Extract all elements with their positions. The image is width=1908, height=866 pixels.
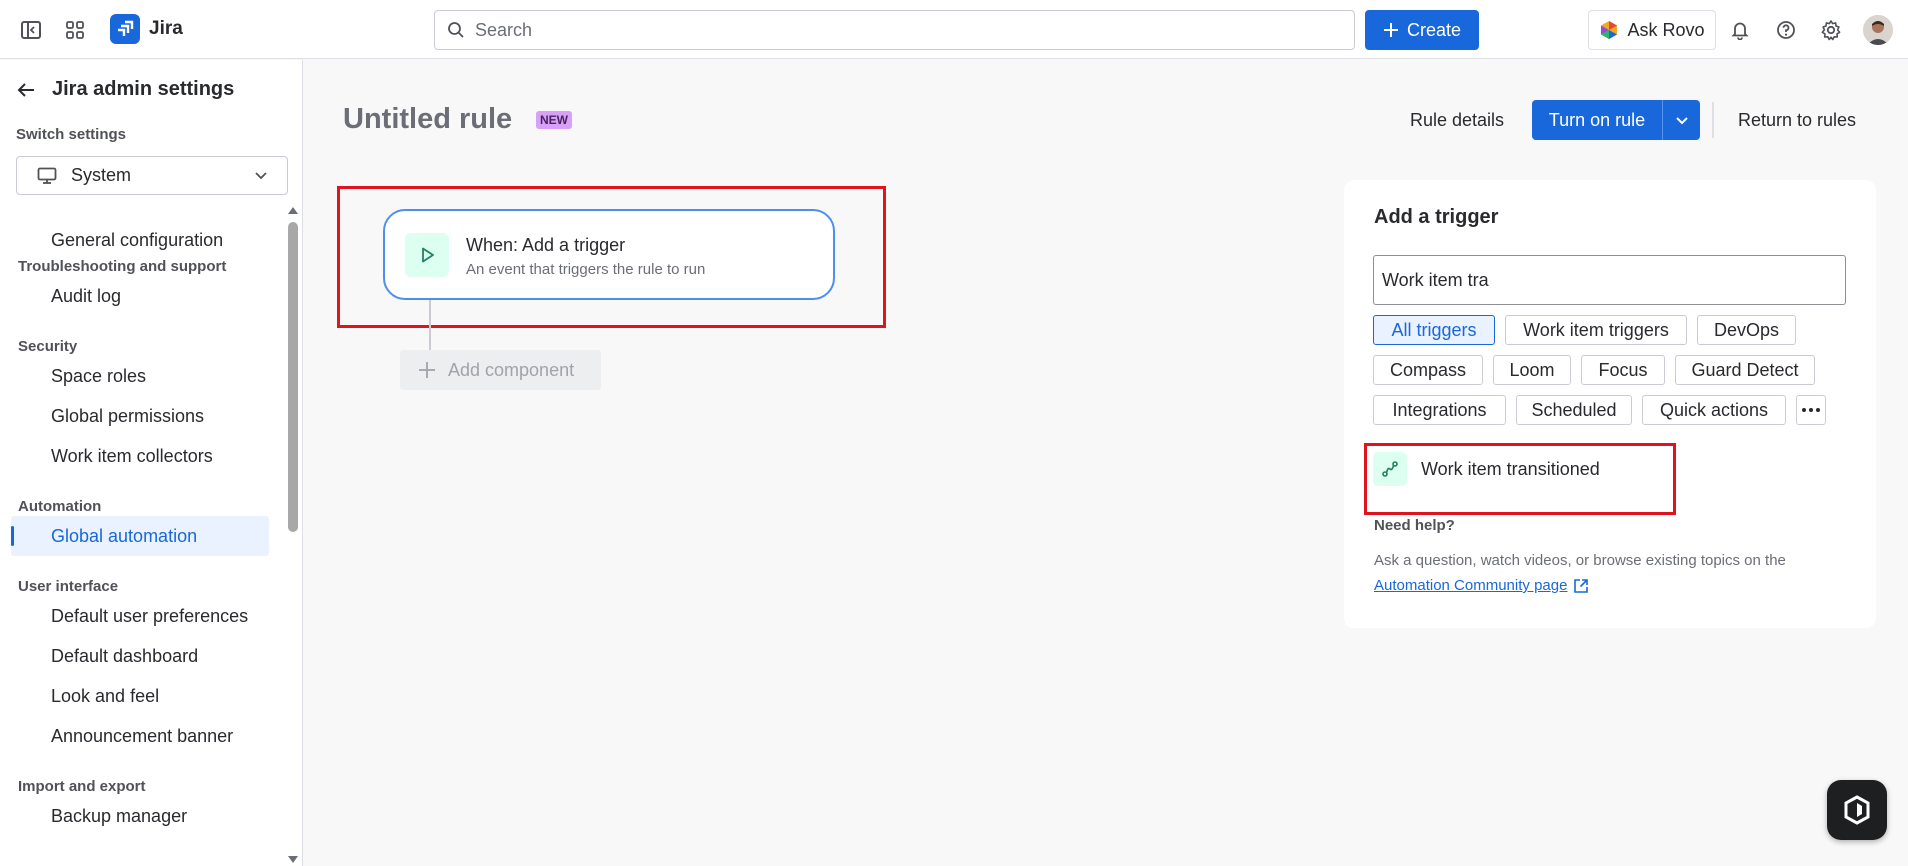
trigger-title: When: Add a trigger [466,235,626,255]
new-badge: NEW [536,111,572,129]
sidebar-item-label: Global automation [51,525,198,546]
sidebar-section-troubleshooting: Troubleshooting and support [18,258,227,275]
chip-quick-actions[interactable]: Quick actions [1642,395,1786,425]
jira-logo[interactable]: Jira [110,14,183,44]
sidebar-item-label: Audit log [51,285,122,306]
rule-title[interactable]: Untitled rule [343,103,512,136]
top-navigation-bar: Jira Search Create Ask Rovo [0,0,1908,59]
settings-switcher-select[interactable]: System [16,156,288,195]
external-link-icon [1574,578,1589,593]
chip-integrations[interactable]: Integrations [1373,395,1506,425]
help-icon[interactable] [1770,14,1802,46]
sidebar-item-work-item-collectors[interactable]: Work item collectors [11,436,269,476]
search-icon [448,22,464,38]
sidebar-section-security: Security [18,338,78,355]
floating-assistant-button[interactable] [1827,780,1887,840]
sidebar-item-global-automation[interactable]: Global automation [11,516,269,556]
scroll-down-arrow-icon[interactable] [288,854,298,864]
header-divider [1712,102,1714,138]
switch-settings-label: Switch settings [16,126,127,143]
turn-on-rule-button-group: Turn on rule [1532,100,1700,140]
sidebar-item-global-permissions[interactable]: Global permissions [11,396,269,436]
plus-icon [419,362,435,378]
more-chips-button[interactable] [1796,395,1826,425]
trigger-search-input[interactable] [1373,255,1846,305]
ask-rovo-button[interactable]: Ask Rovo [1588,10,1716,50]
sidebar-item-label: Work item collectors [51,445,213,466]
sidebar-section-import-export: Import and export [18,778,146,795]
sidebar-item-label: General configuration [51,229,224,250]
notifications-bell-icon[interactable] [1724,14,1756,46]
help-title: Need help? [1374,517,1455,534]
admin-sidebar: Jira admin settings Switch settings Syst… [0,60,303,866]
rovo-icon [1601,21,1618,39]
chip-compass[interactable]: Compass [1373,355,1483,385]
sidebar-item-label: Look and feel [51,685,160,706]
search-input[interactable]: Search [434,10,1355,50]
chevron-down-icon [1675,117,1688,125]
sidebar-item-label: Backup manager [51,805,188,826]
rule-details-button[interactable]: Rule details [1410,110,1504,131]
chip-work-item-triggers[interactable]: Work item triggers [1505,315,1687,345]
sidebar-item-announcement-banner[interactable]: Announcement banner [11,716,269,756]
turn-on-rule-button[interactable]: Turn on rule [1532,100,1662,140]
back-arrow-icon[interactable] [16,80,36,100]
assistant-logo-icon [1844,795,1870,825]
search-placeholder: Search [475,19,533,40]
user-avatar[interactable] [1863,15,1893,45]
add-component-label: Add component [448,359,575,380]
play-icon [405,233,449,277]
create-button[interactable]: Create [1365,10,1479,50]
plus-icon [1383,23,1398,37]
sidebar-item-look-and-feel[interactable]: Look and feel [11,676,269,716]
help-text: Ask a question, watch videos, or browse … [1374,552,1786,569]
sidebar-item-space-roles[interactable]: Space roles [11,356,269,396]
sidebar-item-label: Global permissions [51,405,205,426]
automation-community-link-label: Automation Community page [1374,577,1568,594]
sidebar-item-label: Space roles [51,365,147,386]
sidebar-header: Jira admin settings [16,78,234,101]
more-dots-icon [1802,408,1820,412]
sidebar-item-default-user-preferences[interactable]: Default user preferences [11,596,269,636]
sidebar-item-backup-manager[interactable]: Backup manager [11,796,269,836]
ask-rovo-label: Ask Rovo [1627,19,1705,40]
add-trigger-panel: Add a trigger All triggers Work item tri… [1344,180,1876,628]
sidebar-toggle-icon[interactable] [15,14,47,46]
scroll-up-arrow-icon[interactable] [288,206,298,216]
turn-on-rule-dropdown[interactable] [1662,100,1700,140]
sidebar-item-audit-log[interactable]: Audit log [11,276,269,316]
trigger-card[interactable]: When: Add a trigger An event that trigge… [383,209,835,300]
result-highlight-box [1364,443,1676,515]
app-name: Jira [149,18,183,39]
jira-logo-icon [110,14,140,44]
chevron-down-icon [255,172,267,180]
chip-focus[interactable]: Focus [1581,355,1665,385]
chip-guard-detect[interactable]: Guard Detect [1675,355,1815,385]
sidebar-item-label: Announcement banner [51,725,234,746]
settings-switcher-value: System [71,165,132,185]
sidebar-item-general-configuration[interactable]: General configuration [11,220,269,260]
chip-scheduled[interactable]: Scheduled [1516,395,1632,425]
sidebar-section-user-interface: User interface [18,578,119,595]
panel-title: Add a trigger [1374,206,1499,228]
app-switcher-icon[interactable] [59,14,91,46]
add-component-button[interactable]: Add component [400,350,601,390]
sidebar-section-automation: Automation [18,498,102,515]
trigger-connector-line [429,300,431,350]
return-to-rules-button[interactable]: Return to rules [1738,110,1856,131]
sidebar-item-default-dashboard[interactable]: Default dashboard [11,636,269,676]
monitor-icon [37,167,57,184]
chip-all-triggers[interactable]: All triggers [1373,315,1495,345]
chip-loom[interactable]: Loom [1493,355,1571,385]
automation-community-link[interactable]: Automation Community page [1374,577,1589,594]
settings-gear-icon[interactable] [1815,14,1847,46]
sidebar-scrollbar-thumb[interactable] [288,222,298,532]
sidebar-title: Jira admin settings [52,78,235,100]
chip-devops[interactable]: DevOps [1697,315,1796,345]
create-button-label: Create [1406,19,1462,40]
sidebar-item-label: Default dashboard [51,645,199,666]
sidebar-item-label: Default user preferences [51,605,249,626]
trigger-subtitle: An event that triggers the rule to run [466,261,706,278]
